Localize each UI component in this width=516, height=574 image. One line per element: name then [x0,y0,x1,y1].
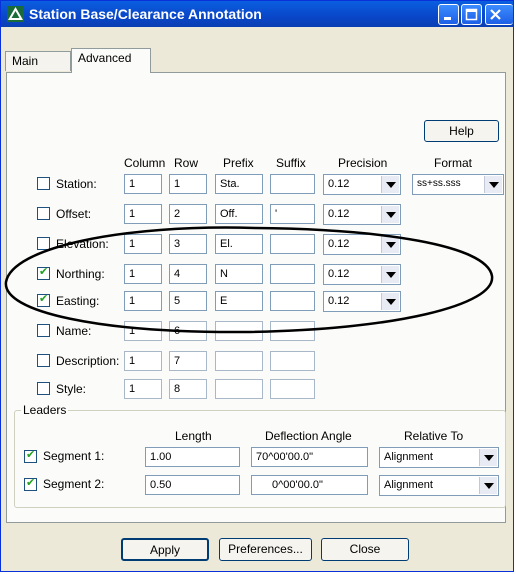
elevation-row-field[interactable]: 3 [169,234,207,254]
name-column-field[interactable]: 1 [124,321,162,341]
maximize-icon [465,8,478,21]
window-title: Station Base/Clearance Annotation [29,6,262,22]
style-prefix-field[interactable] [215,379,263,399]
description-checkbox[interactable] [37,354,50,367]
easting-column-field[interactable]: 1 [124,291,162,311]
northing-precision-dropdown[interactable]: 0.12 [323,264,401,285]
header-format: Format [434,156,473,170]
offset-suffix-field[interactable]: ' [270,204,315,224]
leaders-group-title: Leaders [21,403,69,417]
elevation-precision-dropdown[interactable]: 0.12 [323,234,401,255]
apply-button[interactable]: Apply [121,538,209,561]
station-row-field[interactable]: 1 [169,174,207,194]
minimize-icon [444,17,451,20]
segment-2-relative-dropdown[interactable]: Alignment [379,475,499,496]
close-window-button[interactable] [485,4,513,25]
style-label: Style: [56,382,87,396]
name-checkbox[interactable] [37,324,50,337]
chevron-down-icon[interactable] [381,266,399,283]
chevron-down-icon[interactable] [381,293,399,310]
elevation-column-field[interactable]: 1 [124,234,162,254]
description-column-field[interactable]: 1 [124,351,162,371]
title-bar[interactable]: Station Base/Clearance Annotation [1,1,513,27]
description-label: Description: [56,354,120,368]
minimize-button[interactable] [438,4,459,25]
header-relative-to: Relative To [404,429,464,443]
northing-suffix-field[interactable] [270,264,315,284]
elevation-prefix-field[interactable]: El. [215,234,263,254]
name-row-field[interactable]: 6 [169,321,207,341]
offset-checkbox[interactable] [37,207,50,220]
description-prefix-field[interactable] [215,351,263,371]
offset-precision-dropdown[interactable]: 0.12 [323,204,401,225]
station-checkbox[interactable] [37,177,50,190]
offset-row-field[interactable]: 2 [169,204,207,224]
name-label: Name: [56,324,92,338]
style-row-field[interactable]: 8 [169,379,207,399]
station-column-field[interactable]: 1 [124,174,162,194]
header-precision: Precision [338,156,388,170]
description-suffix-field[interactable] [270,351,315,371]
segment-1-label: Segment 1: [43,449,105,463]
easting-label: Easting: [56,294,100,308]
easting-prefix-field[interactable]: E [215,291,263,311]
chevron-down-icon[interactable] [381,236,399,253]
elevation-label: Elevation: [56,237,109,251]
station-label: Station: [56,177,97,191]
header-deflection-angle: Deflection Angle [265,429,352,443]
segment-2-label: Segment 2: [43,477,105,491]
easting-suffix-field[interactable] [270,291,315,311]
preferences-button[interactable]: Preferences... [219,538,312,561]
offset-column-field[interactable]: 1 [124,204,162,224]
style-column-field[interactable]: 1 [124,379,162,399]
northing-row-field[interactable]: 4 [169,264,207,284]
station-precision-dropdown[interactable]: 0.12 [323,174,401,195]
northing-column-field[interactable]: 1 [124,264,162,284]
station-prefix-field[interactable]: Sta. [215,174,263,194]
chevron-down-icon[interactable] [479,477,497,494]
header-prefix: Prefix [223,156,254,170]
elevation-checkbox[interactable] [37,237,50,250]
easting-checkbox[interactable] [37,292,50,307]
close-icon [490,9,501,20]
offset-prefix-field[interactable]: Off. [215,204,263,224]
station-format-dropdown[interactable]: ss+ss.sss [412,174,504,195]
station-suffix-field[interactable] [270,174,315,194]
station-app-icon [7,6,24,22]
header-length: Length [175,429,212,443]
segment-1-length-field[interactable]: 1.00 [145,447,240,467]
tab-main[interactable]: Main [5,51,71,71]
style-checkbox[interactable] [37,382,50,395]
style-suffix-field[interactable] [270,379,315,399]
name-suffix-field[interactable] [270,321,315,341]
help-button[interactable]: Help [424,120,499,142]
offset-label: Offset: [56,207,92,221]
easting-row-field[interactable]: 5 [169,291,207,311]
chevron-down-icon[interactable] [381,206,399,223]
segment-2-deflection-field[interactable]: 0^00'00.0" [251,475,368,495]
maximize-button[interactable] [461,4,482,25]
chevron-down-icon[interactable] [381,176,399,193]
chevron-down-icon[interactable] [479,449,497,466]
elevation-suffix-field[interactable] [270,234,315,254]
chevron-down-icon[interactable] [484,176,502,193]
segment-1-deflection-field[interactable]: 70^00'00.0" [251,447,368,467]
dialog-window: Station Base/Clearance Annotation Main A… [0,0,514,572]
northing-label: Northing: [56,267,105,281]
description-row-field[interactable]: 7 [169,351,207,371]
close-button[interactable]: Close [321,538,409,561]
northing-prefix-field[interactable]: N [215,264,263,284]
segment-2-checkbox[interactable] [24,476,37,491]
header-suffix: Suffix [276,156,306,170]
name-prefix-field[interactable] [215,321,263,341]
segment-1-checkbox[interactable] [24,448,37,463]
header-row: Row [174,156,199,170]
easting-precision-dropdown[interactable]: 0.12 [323,291,401,312]
segment-2-length-field[interactable]: 0.50 [145,475,240,495]
tab-advanced[interactable]: Advanced [71,48,151,73]
northing-checkbox[interactable] [37,265,50,280]
segment-1-relative-dropdown[interactable]: Alignment [379,447,499,468]
header-column: Column [124,156,166,170]
